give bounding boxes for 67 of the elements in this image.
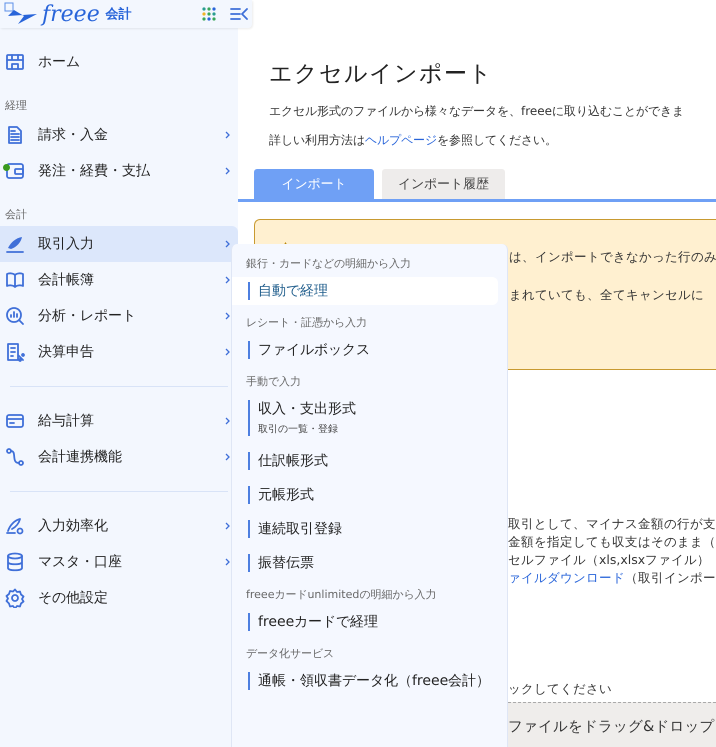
sidebar-item-label: ホーム xyxy=(38,53,81,71)
sidebar-item-label: 会計帳簿 xyxy=(38,271,95,289)
collapse-menu-icon[interactable] xyxy=(230,7,248,21)
pen-icon xyxy=(5,234,25,254)
menu-item-label: 自動で経理 xyxy=(258,283,328,299)
warning-text: は、インポートできなかった行のみ xyxy=(509,248,716,266)
menu-item-label: 振替伝票 xyxy=(258,555,314,571)
menu-item-label: 収入・支出形式 xyxy=(258,401,356,417)
sidebar-item-label: 分析・レポート xyxy=(38,307,137,325)
bird-logo-icon xyxy=(4,2,38,26)
menu-item-caption: 取引の一覧・登録 xyxy=(258,423,339,436)
section-heading: 経理 xyxy=(4,98,28,114)
sidebar-item[interactable]: ホーム xyxy=(0,44,238,80)
sidebar-item-label: 会計連携機能 xyxy=(38,448,123,466)
menu-section-heading: 銀行・カードなどの明細から入力 xyxy=(245,256,412,272)
wallet-icon xyxy=(5,161,25,181)
tax-document-icon xyxy=(5,342,25,362)
menu-section-heading: freeeカードunlimitedの明細から入力 xyxy=(245,587,438,603)
sidebar-item[interactable]: 取引入力 xyxy=(0,226,238,262)
description-text: エクセル形式のファイルから様々なデータを、freeeに取り込むことができま xyxy=(269,103,686,120)
note-text: 金額を指定しても収支はそのまま（ xyxy=(508,533,716,551)
menu-item-label: freeeカードで経理 xyxy=(258,614,378,630)
magnifier-chart-icon xyxy=(5,306,25,326)
sidebar-item-label: その他設定 xyxy=(38,589,109,607)
page-title: エクセルインポート xyxy=(269,60,494,89)
file-download-link[interactable]: ァイルダウンロード xyxy=(508,570,625,585)
menu-section-heading: 手動で入力 xyxy=(245,374,302,390)
menu-item[interactable]: 元帳形式 xyxy=(232,481,498,509)
note-text: 取引として、マイナス金額の行が支 xyxy=(508,515,716,533)
help-text: 詳しい利用方法はヘルプページ を参照してください。 xyxy=(269,132,558,149)
sidebar-item-label: マスタ・口座 xyxy=(38,553,123,571)
pen-gear-icon xyxy=(5,516,25,536)
product-name: 会計 xyxy=(106,6,132,23)
book-icon xyxy=(5,270,25,290)
menu-section-heading: レシート・証憑から入力 xyxy=(245,315,368,331)
tab[interactable]: インポート履歴 xyxy=(382,169,505,199)
sidebar-item-label: 発注・経費・支払 xyxy=(38,162,151,180)
app-grid-icon[interactable] xyxy=(202,7,216,21)
sidebar-item-label: 請求・入金 xyxy=(38,126,109,144)
sidebar-item-label: 入力効率化 xyxy=(38,517,109,535)
sidebar-item-label: 取引入力 xyxy=(38,235,95,253)
help-page-link[interactable]: ヘルプページ xyxy=(365,133,437,147)
menu-item-label: 元帳形式 xyxy=(258,487,314,503)
drop-zone-text: ファイルをドラッグ&ドロップ xyxy=(508,719,714,735)
logo-text[interactable]: freee xyxy=(42,2,100,26)
document-icon xyxy=(5,125,25,145)
settings-icon xyxy=(5,588,25,608)
menu-section-heading: データ化サービス xyxy=(245,646,335,662)
menu-item[interactable]: 通帳・領収書データ化（freee会計） xyxy=(232,667,498,695)
section-heading: 会計 xyxy=(4,207,28,223)
sidebar-item[interactable]: 発注・経費・支払 xyxy=(0,153,238,189)
note-text: （取引インポー xyxy=(625,570,716,585)
menu-item[interactable]: 自動で経理 xyxy=(232,277,498,305)
card-icon xyxy=(5,411,25,431)
menu-item-label: ファイルボックス xyxy=(258,342,370,358)
shop-icon xyxy=(5,52,25,72)
sidebar-item[interactable]: 請求・入金 xyxy=(0,117,238,153)
note-text: セルファイル（xls,xlsxファイル） xyxy=(508,551,712,569)
menu-item-label: 通帳・領収書データ化（freee会計） xyxy=(258,673,490,689)
warning-text: まれていても、全てキャンセルに xyxy=(509,286,705,304)
sidebar-item-label: 決算申告 xyxy=(38,343,95,361)
sidebar-item-label: 給与計算 xyxy=(38,412,95,430)
connection-icon xyxy=(5,447,25,467)
database-icon xyxy=(5,552,25,572)
menu-item-label: 連続取引登録 xyxy=(258,521,342,537)
hint-text: ックしてください xyxy=(508,681,613,698)
menu-item-label: 仕訳帳形式 xyxy=(258,453,328,469)
